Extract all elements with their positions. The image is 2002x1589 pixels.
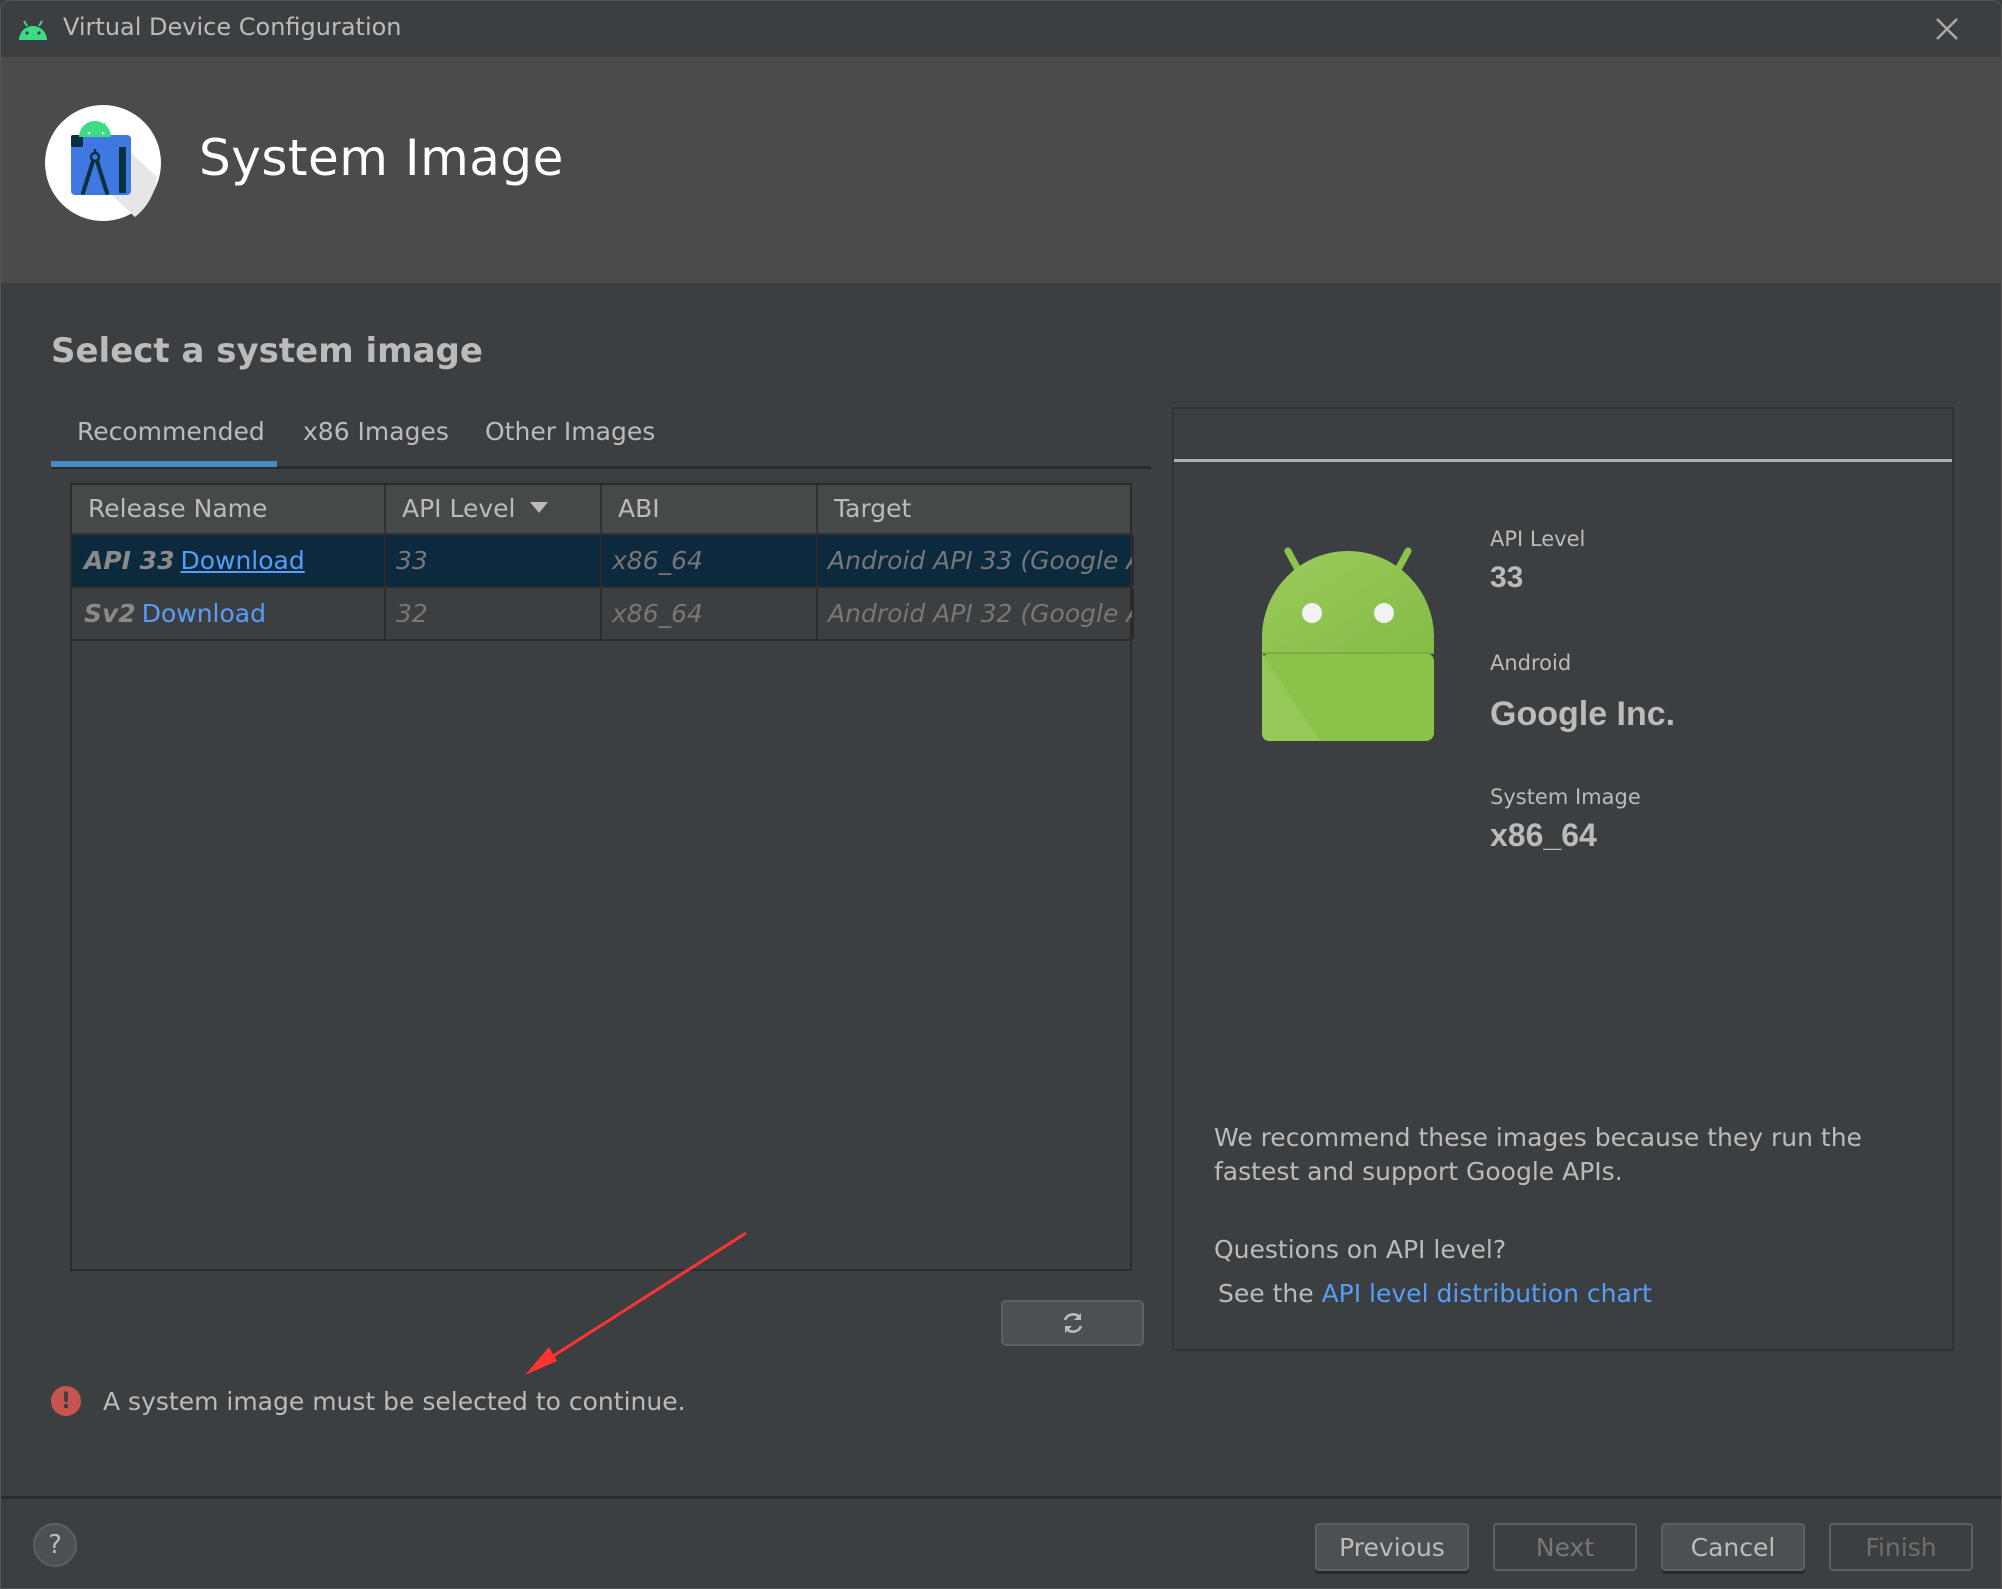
system-image-table: Release Name API Level ABI Target API 33… xyxy=(70,483,1134,1271)
active-tab-indicator xyxy=(51,461,277,467)
finish-button[interactable]: Finish xyxy=(1829,1523,1973,1571)
abi-cell: x86_64 xyxy=(602,588,818,639)
image-tabs: Recommended x86 Images Other Images xyxy=(51,407,1151,469)
recommendation-text: We recommend these images because they r… xyxy=(1214,1123,1862,1186)
column-header-api-level[interactable]: API Level xyxy=(386,485,602,535)
section-title: Select a system image xyxy=(51,331,483,371)
system-image-value: x86_64 xyxy=(1490,817,1597,853)
abi-cell: x86_64 xyxy=(602,535,818,586)
release-name-cell: API 33 Download xyxy=(72,535,386,586)
refresh-icon xyxy=(1063,1313,1082,1333)
column-label: Target xyxy=(834,494,912,523)
dialog-window: Virtual Device Configuration System Imag… xyxy=(0,0,2002,1589)
previous-button[interactable]: Previous xyxy=(1315,1523,1469,1571)
column-header-release-name[interactable]: Release Name xyxy=(72,485,386,535)
detail-divider xyxy=(1174,459,1952,462)
tab-recommended[interactable]: Recommended xyxy=(77,417,265,446)
release-name-cell: Sv2 Download xyxy=(72,588,386,639)
header-banner: System Image xyxy=(1,57,2001,283)
api-distribution-chart-link[interactable]: API level distribution chart xyxy=(1322,1279,1652,1308)
android-studio-logo-icon xyxy=(45,105,161,221)
error-message: A system image must be selected to conti… xyxy=(103,1386,686,1416)
system-image-label: System Image xyxy=(1490,785,1641,809)
window-title: Virtual Device Configuration xyxy=(63,13,402,41)
release-name: Sv2 xyxy=(84,599,136,628)
api-level-value: 33 xyxy=(1490,561,1524,594)
api-chart-line: See the API level distribution chart xyxy=(1218,1279,1652,1308)
download-link[interactable]: Download xyxy=(180,546,304,575)
table-header: Release Name API Level ABI Target xyxy=(72,485,1130,535)
column-label: ABI xyxy=(618,494,660,523)
column-header-abi[interactable]: ABI xyxy=(602,485,818,535)
android-vendor-value: Google Inc. xyxy=(1490,695,1676,733)
api-level-label: API Level xyxy=(1490,527,1586,551)
android-robot-icon xyxy=(1262,547,1434,741)
close-icon[interactable] xyxy=(1933,15,1961,43)
api-level-cell: 32 xyxy=(386,588,602,639)
sort-descending-icon xyxy=(529,501,548,513)
title-bar: Virtual Device Configuration xyxy=(1,1,2001,57)
refresh-button[interactable] xyxy=(1001,1300,1144,1346)
android-head-icon xyxy=(19,20,47,40)
tab-other-images[interactable]: Other Images xyxy=(485,417,655,446)
help-button[interactable]: ? xyxy=(33,1523,77,1567)
release-name: API 33 xyxy=(84,546,175,575)
column-header-target[interactable]: Target xyxy=(818,485,1134,535)
cancel-button[interactable]: Cancel xyxy=(1661,1523,1805,1571)
android-label: Android xyxy=(1490,651,1572,675)
table-row[interactable]: API 33 Download 33 x86_64 Android API 33 … xyxy=(72,535,1134,588)
page-title: System Image xyxy=(199,129,564,187)
column-label: API Level xyxy=(402,494,516,523)
target-cell: Android API 32 (Google APIs) xyxy=(818,588,1134,639)
dialog-footer: ? Previous Next Cancel Finish xyxy=(1,1496,2001,1588)
download-link[interactable]: Download xyxy=(142,599,266,628)
tab-x86-images[interactable]: x86 Images xyxy=(303,417,449,446)
image-detail-panel: API Level 33 Android Google Inc. System … xyxy=(1172,407,1954,1351)
error-icon: ! xyxy=(51,1386,81,1416)
next-button[interactable]: Next xyxy=(1493,1523,1637,1571)
target-cell: Android API 33 (Google APIs) xyxy=(818,535,1134,586)
api-question-text: Questions on API level? xyxy=(1214,1235,1507,1264)
see-prefix: See the xyxy=(1218,1279,1322,1308)
column-label: Release Name xyxy=(88,494,268,523)
api-level-cell: 33 xyxy=(386,535,602,586)
validation-error: ! A system image must be selected to con… xyxy=(51,1384,686,1418)
table-row[interactable]: Sv2 Download 32 x86_64 Android API 32 (Go… xyxy=(72,588,1134,641)
